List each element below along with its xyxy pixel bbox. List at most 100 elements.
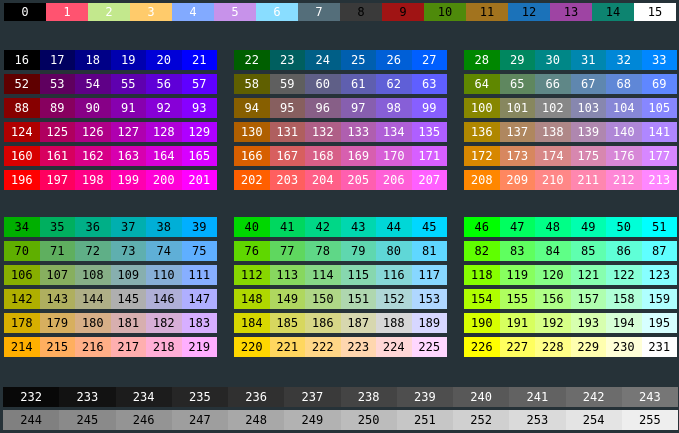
cube-color-swatch-143: 143 bbox=[39, 289, 75, 309]
cube-color-swatch-131: 131 bbox=[269, 122, 305, 142]
cube-color-swatch-172: 172 bbox=[464, 146, 500, 166]
cube-color-swatch-164: 164 bbox=[146, 146, 182, 166]
cube-color-swatch-17: 17 bbox=[39, 50, 75, 70]
base-color-swatch-14: 14 bbox=[592, 3, 634, 21]
base-color-swatch-15: 15 bbox=[634, 3, 676, 21]
cube-color-swatch-151: 151 bbox=[340, 289, 376, 309]
cube-color-swatch-197: 197 bbox=[39, 170, 75, 190]
cube-color-swatch-192: 192 bbox=[535, 313, 571, 333]
cube-color-swatch-44: 44 bbox=[376, 217, 412, 237]
base-color-swatch-10: 10 bbox=[424, 3, 466, 21]
cube-color-swatch-209: 209 bbox=[499, 170, 535, 190]
cube-color-swatch-189: 189 bbox=[411, 313, 447, 333]
cube-color-swatch-201: 201 bbox=[181, 170, 217, 190]
cube-color-swatch-106: 106 bbox=[4, 265, 40, 285]
base-color-swatch-12: 12 bbox=[508, 3, 550, 21]
cube-color-swatch-142: 142 bbox=[4, 289, 40, 309]
cube-color-swatch-30: 30 bbox=[535, 50, 571, 70]
cube-color-swatch-66: 66 bbox=[535, 74, 571, 94]
gray-swatch-254: 254 bbox=[565, 410, 622, 430]
cube-color-swatch-158: 158 bbox=[606, 289, 642, 309]
cube-color-swatch-134: 134 bbox=[376, 122, 412, 142]
cube-color-swatch-46: 46 bbox=[464, 217, 500, 237]
cube-color-swatch-223: 223 bbox=[340, 337, 376, 357]
base-color-swatch-2: 2 bbox=[88, 3, 130, 21]
cube-color-swatch-111: 111 bbox=[181, 265, 217, 285]
cube-color-swatch-24: 24 bbox=[305, 50, 341, 70]
cube-color-swatch-159: 159 bbox=[641, 289, 677, 309]
cube-color-swatch-148: 148 bbox=[234, 289, 270, 309]
cube-color-swatch-18: 18 bbox=[75, 50, 111, 70]
cube-color-swatch-27: 27 bbox=[411, 50, 447, 70]
cube-color-swatch-144: 144 bbox=[75, 289, 111, 309]
cube-color-swatch-94: 94 bbox=[234, 98, 270, 118]
cube-color-swatch-179: 179 bbox=[39, 313, 75, 333]
cube-color-swatch-116: 116 bbox=[376, 265, 412, 285]
cube-color-swatch-90: 90 bbox=[75, 98, 111, 118]
cube-color-swatch-181: 181 bbox=[110, 313, 146, 333]
cube-color-swatch-230: 230 bbox=[606, 337, 642, 357]
cube-color-swatch-48: 48 bbox=[535, 217, 571, 237]
cube-color-swatch-105: 105 bbox=[641, 98, 677, 118]
cube-color-swatch-86: 86 bbox=[606, 241, 642, 261]
cube-color-swatch-79: 79 bbox=[340, 241, 376, 261]
cube-color-swatch-113: 113 bbox=[269, 265, 305, 285]
cube-color-swatch-204: 204 bbox=[305, 170, 341, 190]
cube-color-swatch-202: 202 bbox=[234, 170, 270, 190]
base-color-swatch-9: 9 bbox=[382, 3, 424, 21]
cube-color-swatch-200: 200 bbox=[146, 170, 182, 190]
cube-color-swatch-31: 31 bbox=[570, 50, 606, 70]
cube-color-swatch-29: 29 bbox=[499, 50, 535, 70]
cube-color-swatch-71: 71 bbox=[39, 241, 75, 261]
cube-color-swatch-135: 135 bbox=[411, 122, 447, 142]
cube-color-swatch-22: 22 bbox=[234, 50, 270, 70]
cube-color-swatch-52: 52 bbox=[4, 74, 40, 94]
base-color-swatch-4: 4 bbox=[172, 3, 214, 21]
cube-color-swatch-225: 225 bbox=[411, 337, 447, 357]
cube-color-swatch-185: 185 bbox=[269, 313, 305, 333]
cube-color-swatch-169: 169 bbox=[340, 146, 376, 166]
cube-color-swatch-166: 166 bbox=[234, 146, 270, 166]
cube-color-swatch-97: 97 bbox=[340, 98, 376, 118]
cube-color-swatch-28: 28 bbox=[464, 50, 500, 70]
cube-color-swatch-183: 183 bbox=[181, 313, 217, 333]
cube-color-swatch-68: 68 bbox=[606, 74, 642, 94]
cube-color-swatch-95: 95 bbox=[269, 98, 305, 118]
cube-color-swatch-161: 161 bbox=[39, 146, 75, 166]
cube-color-swatch-190: 190 bbox=[464, 313, 500, 333]
cube-color-swatch-64: 64 bbox=[464, 74, 500, 94]
cube-color-swatch-110: 110 bbox=[146, 265, 182, 285]
cube-color-swatch-32: 32 bbox=[606, 50, 642, 70]
cube-color-swatch-67: 67 bbox=[570, 74, 606, 94]
cube-color-swatch-93: 93 bbox=[181, 98, 217, 118]
cube-color-swatch-141: 141 bbox=[641, 122, 677, 142]
cube-color-swatch-50: 50 bbox=[606, 217, 642, 237]
cube-color-swatch-73: 73 bbox=[110, 241, 146, 261]
cube-color-swatch-60: 60 bbox=[305, 74, 341, 94]
cube-color-swatch-222: 222 bbox=[305, 337, 341, 357]
gray-swatch-250: 250 bbox=[340, 410, 397, 430]
gray-swatch-234: 234 bbox=[115, 387, 172, 407]
cube-color-swatch-45: 45 bbox=[411, 217, 447, 237]
cube-color-swatch-85: 85 bbox=[570, 241, 606, 261]
gray-swatch-248: 248 bbox=[228, 410, 285, 430]
cube-color-swatch-75: 75 bbox=[181, 241, 217, 261]
cube-color-swatch-83: 83 bbox=[499, 241, 535, 261]
cube-color-swatch-163: 163 bbox=[110, 146, 146, 166]
cube-color-swatch-118: 118 bbox=[464, 265, 500, 285]
cube-color-swatch-160: 160 bbox=[4, 146, 40, 166]
gray-swatch-246: 246 bbox=[115, 410, 172, 430]
cube-color-swatch-72: 72 bbox=[75, 241, 111, 261]
cube-color-swatch-49: 49 bbox=[570, 217, 606, 237]
gray-swatch-244: 244 bbox=[3, 410, 60, 430]
cube-color-swatch-199: 199 bbox=[110, 170, 146, 190]
cube-color-swatch-129: 129 bbox=[181, 122, 217, 142]
cube-color-swatch-153: 153 bbox=[411, 289, 447, 309]
gray-swatch-252: 252 bbox=[453, 410, 510, 430]
base-color-swatch-7: 7 bbox=[298, 3, 340, 21]
cube-color-swatch-203: 203 bbox=[269, 170, 305, 190]
base-color-swatch-8: 8 bbox=[340, 3, 382, 21]
cube-color-swatch-96: 96 bbox=[305, 98, 341, 118]
cube-color-swatch-104: 104 bbox=[606, 98, 642, 118]
cube-color-swatch-178: 178 bbox=[4, 313, 40, 333]
